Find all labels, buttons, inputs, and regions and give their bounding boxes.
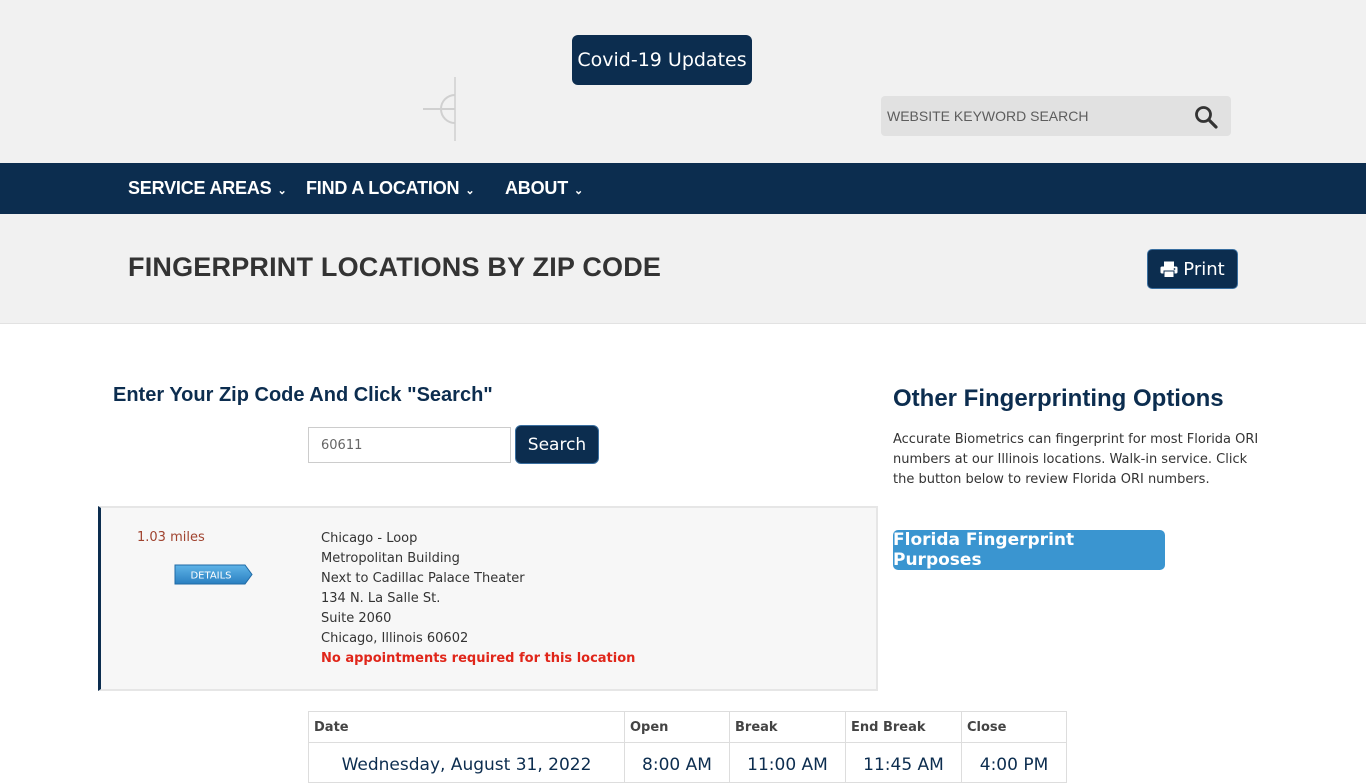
column-header: Break bbox=[729, 711, 846, 743]
column-header: Open bbox=[624, 711, 730, 743]
address-line: Metropolitan Building bbox=[321, 551, 460, 566]
details-button-label: DETAILS bbox=[190, 571, 231, 582]
other-options-heading: Other Fingerprinting Options bbox=[893, 385, 1224, 412]
nav-item-service-areas[interactable]: SERVICE AREAS ⌄ bbox=[128, 163, 287, 214]
table-cell: 11:45 AM bbox=[845, 742, 962, 783]
hours-table: Date Open Break End Break Close Wednesda… bbox=[308, 711, 1067, 783]
chevron-down-icon: ⌄ bbox=[277, 184, 287, 197]
logo-icon[interactable] bbox=[420, 75, 460, 143]
site-header: Covid-19 Updates bbox=[0, 0, 1366, 163]
address-line: Next to Cadillac Palace Theater bbox=[321, 571, 525, 586]
table-cell: 4:00 PM bbox=[961, 742, 1067, 783]
column-header: Close bbox=[961, 711, 1067, 743]
table-cell: 11:00 AM bbox=[729, 742, 846, 783]
print-button[interactable]: Print bbox=[1147, 249, 1238, 289]
keyword-search-input[interactable] bbox=[887, 106, 1177, 126]
column-header: Date bbox=[308, 711, 625, 743]
column-header: End Break bbox=[845, 711, 962, 743]
location-address: Chicago - Loop Metropolitan Building Nex… bbox=[321, 529, 635, 669]
search-icon[interactable] bbox=[1194, 105, 1218, 129]
zip-search-heading: Enter Your Zip Code And Click "Search" bbox=[113, 384, 493, 406]
zip-code-input[interactable] bbox=[308, 427, 511, 463]
nav-item-label: ABOUT bbox=[505, 178, 568, 198]
details-button[interactable]: DETAILS bbox=[173, 564, 253, 585]
page-title-bar: FINGERPRINT LOCATIONS BY ZIP CODE Print bbox=[0, 214, 1366, 324]
keyword-search bbox=[881, 96, 1231, 136]
printer-icon bbox=[1160, 261, 1178, 278]
print-button-label: Print bbox=[1183, 258, 1225, 280]
page-title: FINGERPRINT LOCATIONS BY ZIP CODE bbox=[128, 252, 662, 282]
chevron-down-icon: ⌄ bbox=[574, 184, 584, 197]
zip-search-button[interactable]: Search bbox=[515, 425, 599, 464]
table-row: Wednesday, August 31, 2022 8:00 AM 11:00… bbox=[308, 742, 1067, 783]
no-appointment-notice: No appointments required for this locati… bbox=[321, 651, 636, 666]
table-header-row: Date Open Break End Break Close bbox=[308, 711, 1067, 743]
nav-item-about[interactable]: ABOUT ⌄ bbox=[505, 163, 583, 214]
chevron-down-icon: ⌄ bbox=[465, 184, 475, 197]
nav-item-label: SERVICE AREAS bbox=[128, 178, 272, 198]
address-line: Chicago - Loop bbox=[321, 531, 418, 546]
location-result-card: 1.03 miles DETAILS Chicago - Loop Metrop… bbox=[98, 506, 878, 691]
nav-item-label: FIND A LOCATION bbox=[306, 178, 460, 198]
address-line: Suite 2060 bbox=[321, 611, 392, 626]
covid-updates-button[interactable]: Covid-19 Updates bbox=[572, 35, 752, 85]
nav-item-find-a-location[interactable]: FIND A LOCATION ⌄ bbox=[306, 163, 475, 214]
florida-fingerprint-button[interactable]: Florida Fingerprint Purposes bbox=[893, 530, 1165, 570]
address-line: Chicago, Illinois 60602 bbox=[321, 631, 469, 646]
table-cell: Wednesday, August 31, 2022 bbox=[308, 742, 625, 783]
distance-label: 1.03 miles bbox=[137, 530, 205, 545]
table-cell: 8:00 AM bbox=[624, 742, 730, 783]
main-nav: SERVICE AREAS ⌄ FIND A LOCATION ⌄ ABOUT … bbox=[0, 163, 1366, 214]
other-options-text: Accurate Biometrics can fingerprint for … bbox=[893, 432, 1259, 487]
address-line: 134 N. La Salle St. bbox=[321, 591, 441, 606]
